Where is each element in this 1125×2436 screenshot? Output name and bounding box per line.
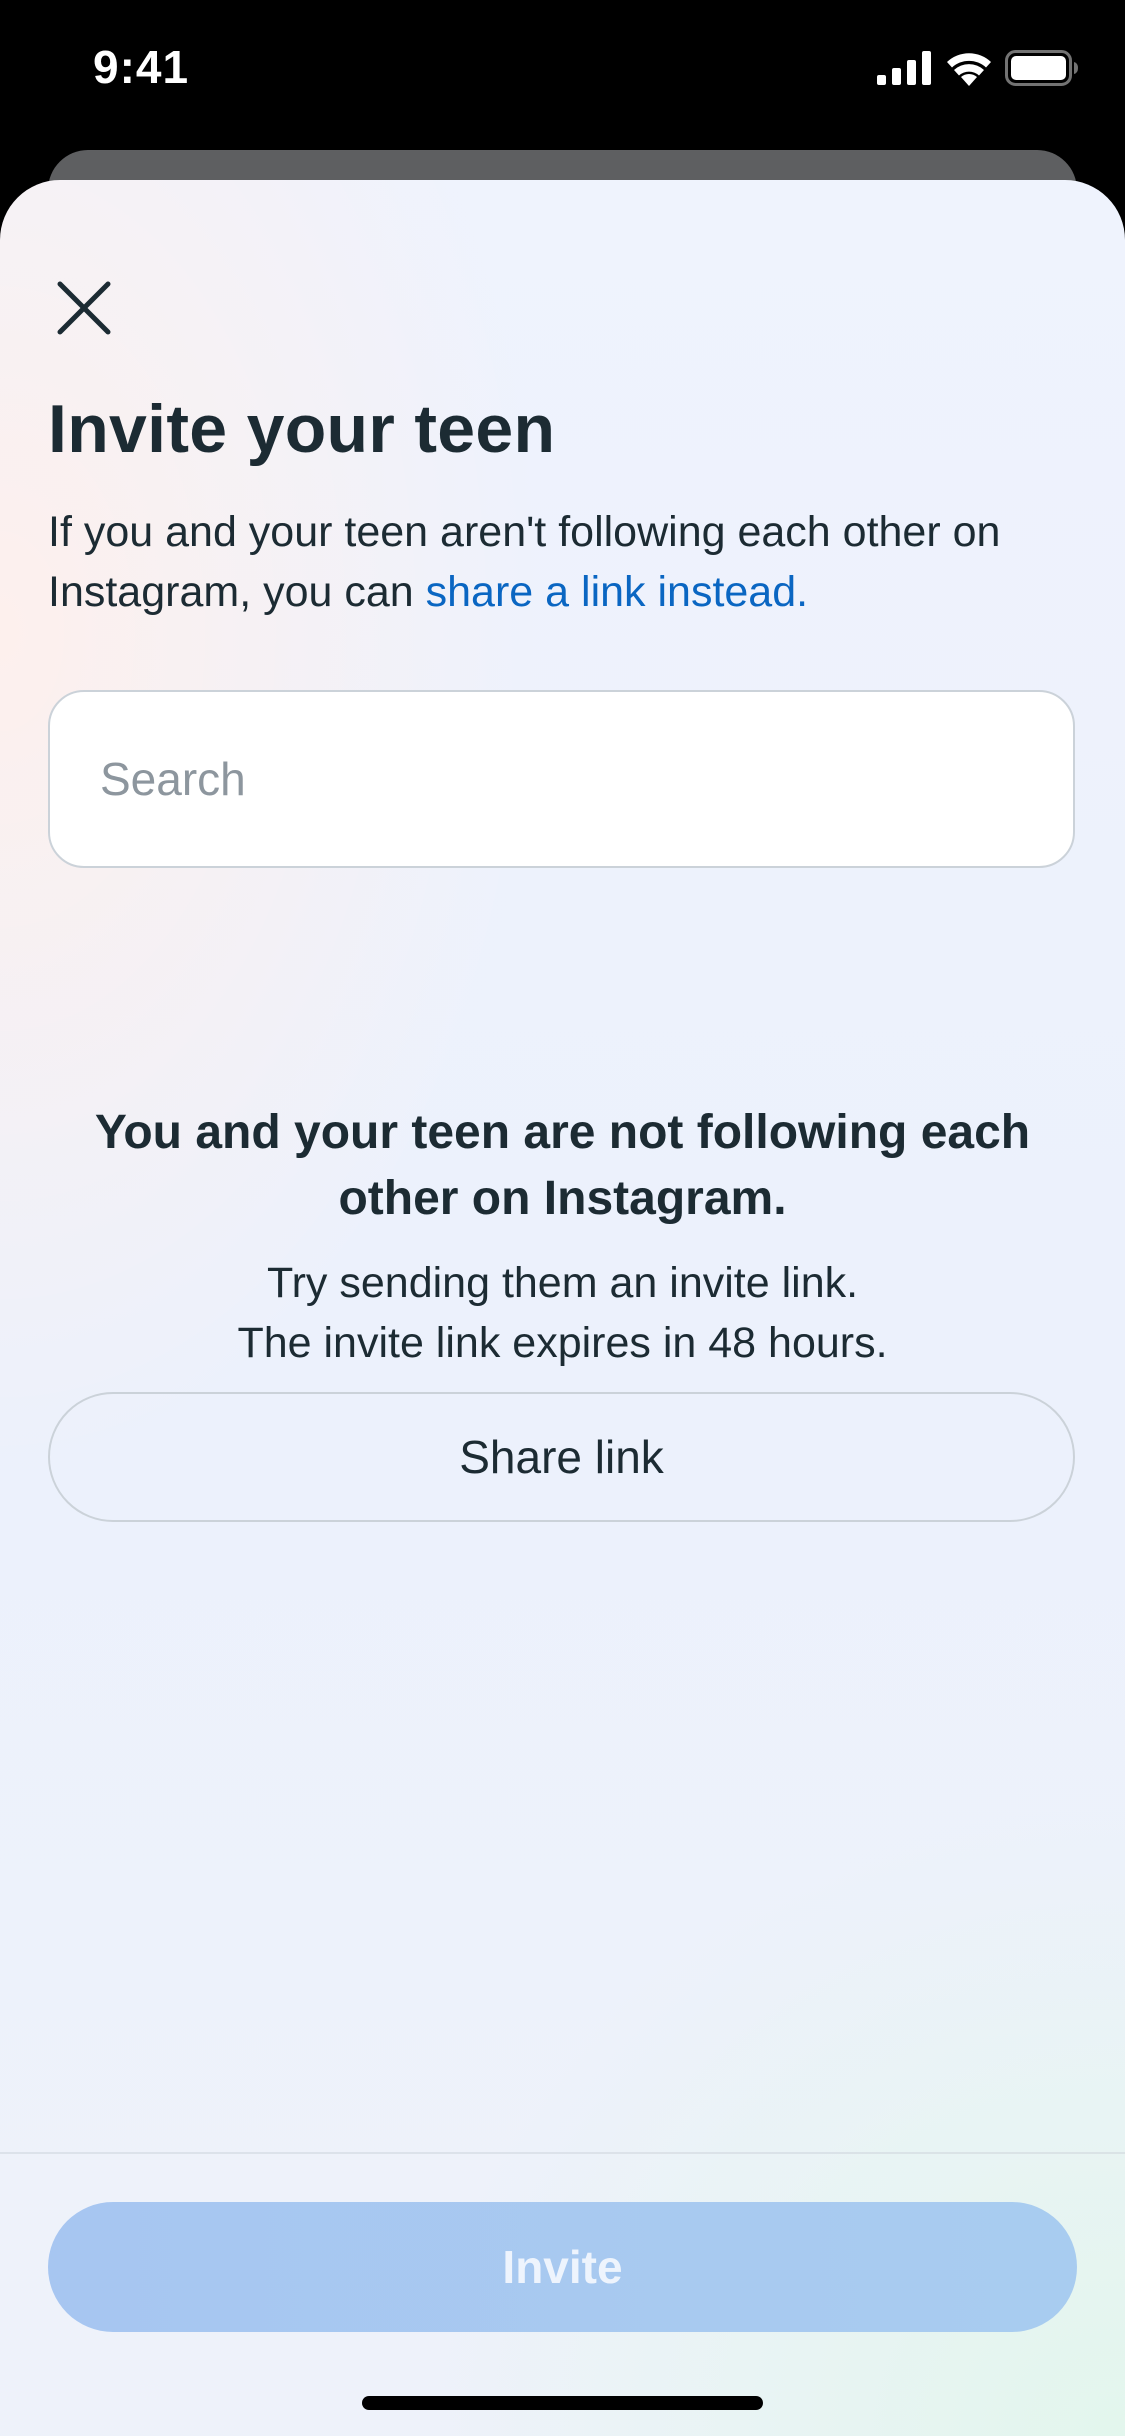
invite-button[interactable]: Invite (48, 2202, 1077, 2332)
invite-teen-sheet: Invite your teen If you and your teen ar… (0, 180, 1125, 2436)
page-description: If you and your teen aren't following ea… (48, 502, 1078, 622)
wifi-icon (945, 50, 993, 91)
share-link-instead-link[interactable]: share a link instead. (426, 568, 808, 616)
search-input[interactable] (98, 751, 1002, 807)
share-link-button[interactable]: Share link (48, 1392, 1075, 1522)
empty-state-text-line-2: The invite link expires in 48 hours. (237, 1319, 888, 1367)
status-bar: 9:41 (0, 0, 1125, 150)
home-indicator (362, 2396, 763, 2410)
search-field[interactable] (48, 690, 1075, 868)
close-button[interactable] (46, 272, 122, 348)
status-time: 9:41 (93, 41, 190, 93)
cellular-signal-icon (877, 50, 933, 90)
footer-divider (0, 2152, 1125, 2154)
battery-icon (1005, 49, 1079, 91)
empty-state-heading: You and your teen are not following each… (94, 1106, 1031, 1225)
page-title: Invite your teen (48, 391, 556, 467)
status-icons (877, 49, 1079, 91)
empty-state-text-line-1: Try sending them an invite link. (266, 1259, 859, 1307)
close-icon (57, 281, 111, 340)
